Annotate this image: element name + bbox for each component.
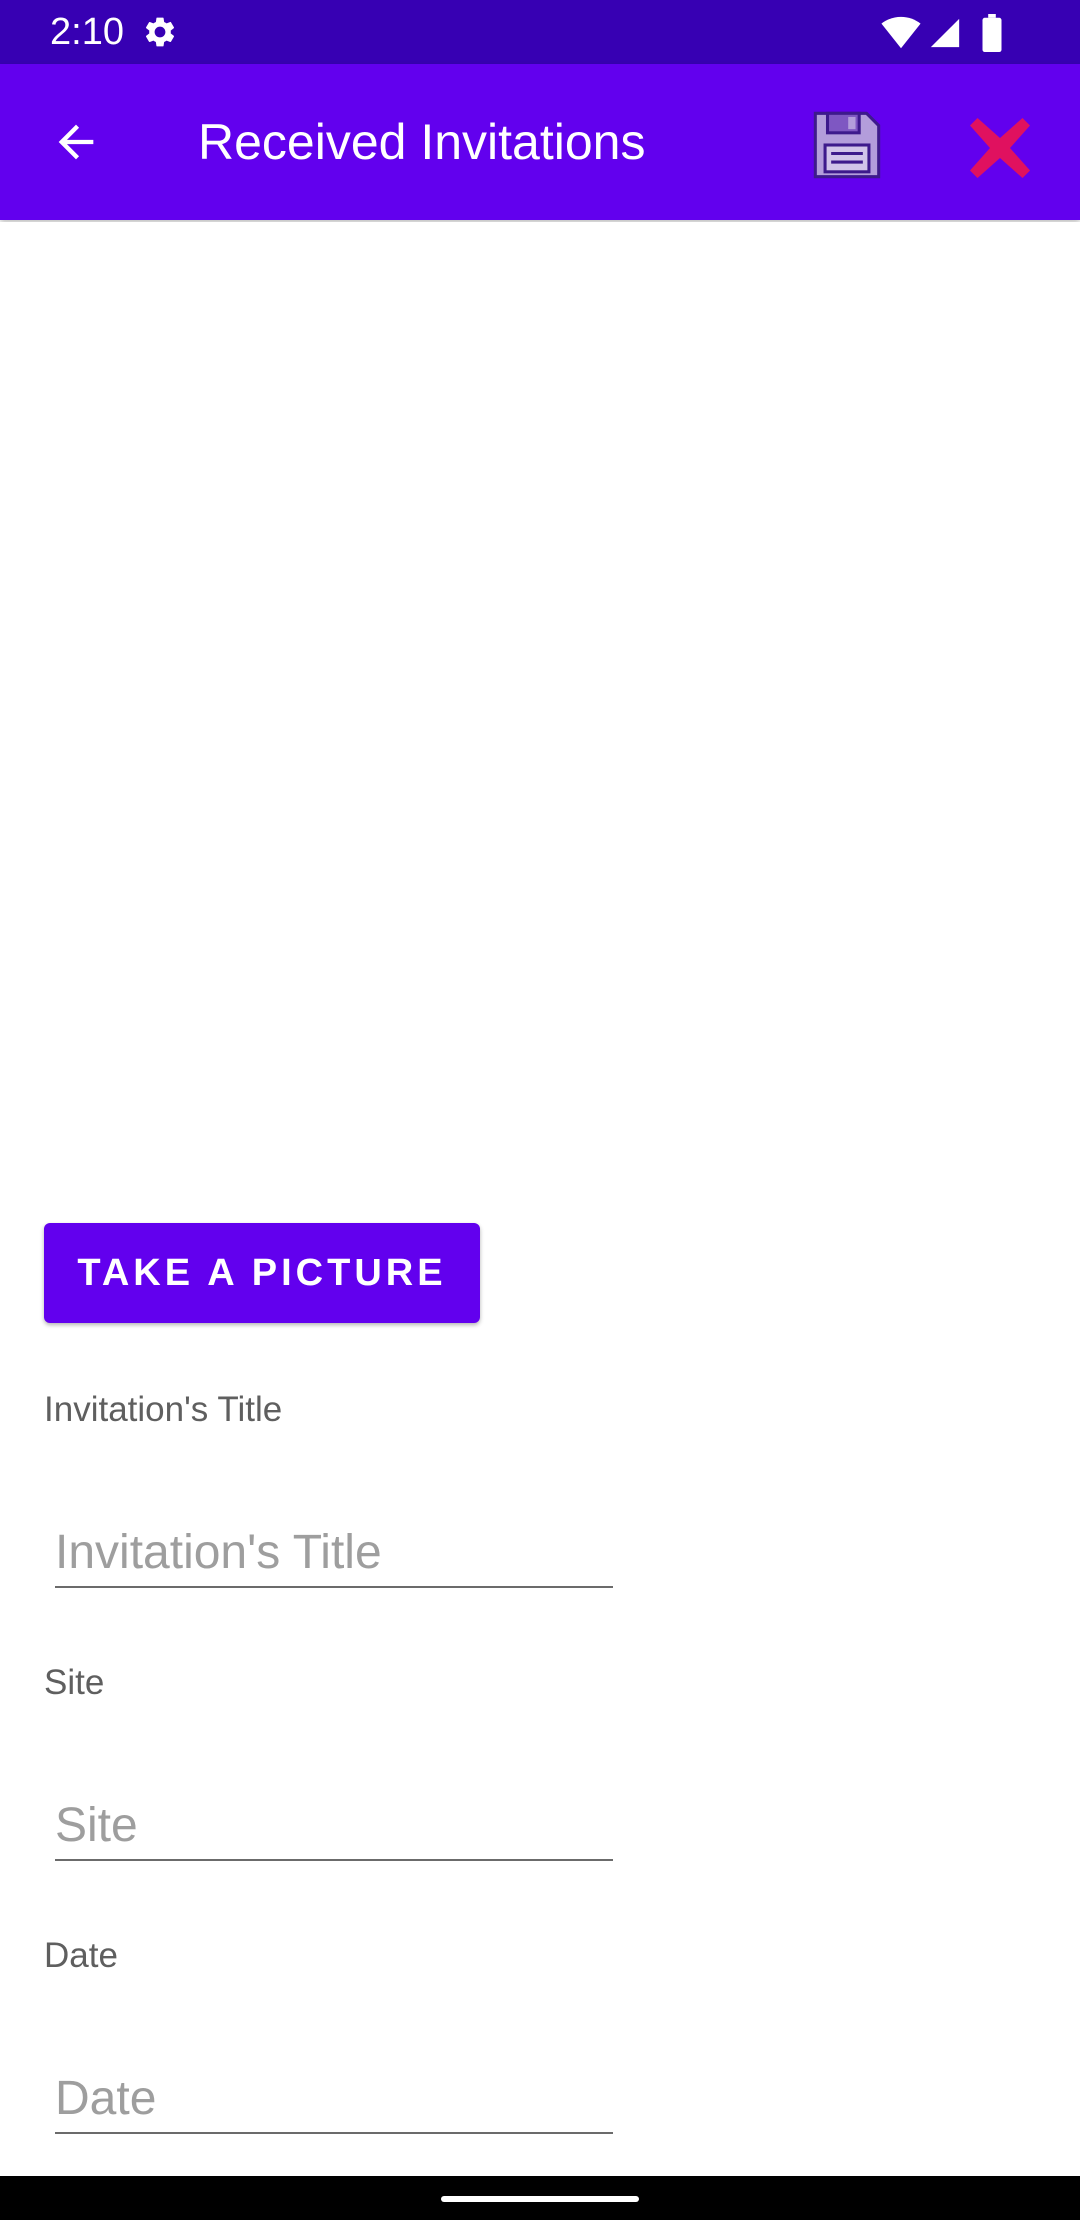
screen: 2:10 Received Invitations TAKE A PICTURE… (0, 0, 1080, 2220)
arrow-left-icon (58, 124, 94, 160)
signal-icon (930, 18, 960, 48)
status-time: 2:10 (50, 11, 124, 53)
status-bar: 2:10 (0, 0, 1080, 64)
navigation-bar (0, 2176, 1080, 2220)
site-label: Site (44, 1663, 105, 1702)
wifi-icon (881, 16, 921, 49)
battery-icon (982, 14, 1002, 52)
home-gesture-handle[interactable] (441, 2196, 639, 2202)
close-x-icon (970, 118, 1030, 178)
picture-preview (0, 222, 1080, 1182)
date-input[interactable] (55, 2064, 613, 2134)
title-label: Invitation's Title (44, 1390, 283, 1429)
gear-icon (145, 17, 175, 47)
date-label: Date (44, 1936, 118, 1975)
take-picture-button[interactable]: TAKE A PICTURE (44, 1223, 480, 1323)
site-input[interactable] (55, 1791, 613, 1861)
back-button[interactable] (40, 106, 112, 178)
page-title: Received Invitations (198, 114, 646, 170)
title-input[interactable] (55, 1518, 613, 1588)
save-button[interactable] (808, 106, 886, 184)
floppy-disk-icon (813, 111, 881, 179)
app-bar: Received Invitations (0, 64, 1080, 220)
close-button[interactable] (960, 108, 1040, 188)
